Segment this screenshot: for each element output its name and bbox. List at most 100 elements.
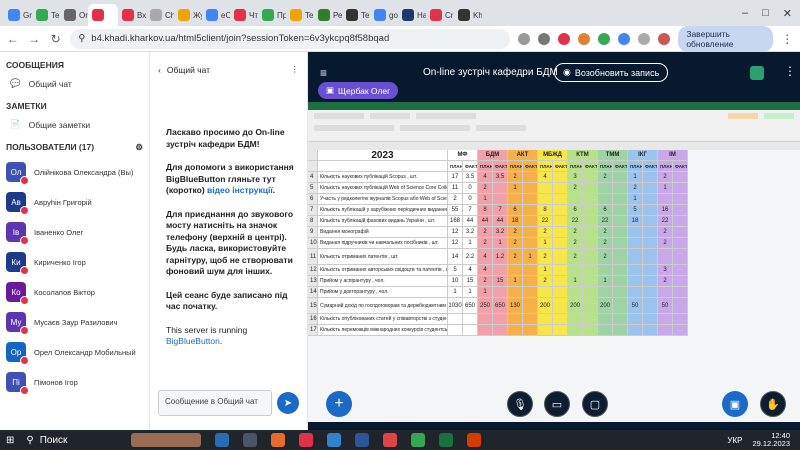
data-cell[interactable] <box>568 325 583 336</box>
data-cell[interactable] <box>643 276 658 287</box>
data-cell[interactable]: 650 <box>493 298 508 314</box>
data-cell[interactable] <box>673 287 688 298</box>
data-cell[interactable] <box>643 314 658 325</box>
data-cell[interactable]: 22 <box>568 216 583 227</box>
row-label-cell[interactable]: Кількість наукових публікацій Web of Sci… <box>318 183 448 194</box>
row-number-cell[interactable]: 7 <box>308 205 318 216</box>
group-header-cell[interactable]: ТММ <box>598 150 628 161</box>
data-cell[interactable] <box>613 265 628 276</box>
bigbluebutton-link[interactable]: BigBlueButton <box>166 336 220 346</box>
browser-tab[interactable]: go <box>370 4 398 26</box>
data-cell[interactable]: 22 <box>598 216 613 227</box>
data-cell[interactable] <box>508 287 523 298</box>
data-cell[interactable]: 17 <box>448 172 463 183</box>
data-cell[interactable]: 2 <box>478 276 493 287</box>
data-cell[interactable] <box>643 249 658 265</box>
data-cell[interactable] <box>553 276 568 287</box>
connection-status-icon[interactable] <box>750 66 764 80</box>
data-cell[interactable]: 2 <box>508 172 523 183</box>
group-header-cell[interactable]: МФ <box>448 150 478 161</box>
browser-tab[interactable]: Te <box>286 4 314 26</box>
browser-tab[interactable]: Жу <box>174 4 202 26</box>
row-number-cell[interactable] <box>308 161 318 172</box>
video-instructions-link[interactable]: відео інструкції <box>207 185 273 195</box>
row-number-cell[interactable]: 6 <box>308 194 318 205</box>
data-cell[interactable] <box>493 183 508 194</box>
extension-icon[interactable] <box>598 32 611 45</box>
plan-fact-header-cell[interactable]: ФАКТ <box>463 161 478 172</box>
browser-tab[interactable]: Cr <box>426 4 454 26</box>
data-cell[interactable] <box>493 287 508 298</box>
data-cell[interactable] <box>583 172 598 183</box>
group-header-cell[interactable]: ІМ <box>658 150 688 161</box>
data-cell[interactable] <box>553 238 568 249</box>
data-cell[interactable] <box>553 325 568 336</box>
row-label-cell[interactable]: Видання монографій <box>318 227 448 238</box>
resume-recording-button[interactable]: ◉ Возобновить запись <box>554 63 669 82</box>
data-cell[interactable] <box>673 183 688 194</box>
row-number-cell[interactable]: 14 <box>308 287 318 298</box>
windows-start-icon[interactable]: ⊞ <box>0 435 14 446</box>
data-cell[interactable]: 200 <box>598 298 613 314</box>
plan-fact-header-cell[interactable]: ПЛАН <box>508 161 523 172</box>
row-label-cell[interactable]: Кількість опублікованих статей у співавт… <box>318 314 448 325</box>
opera-icon[interactable] <box>558 32 571 45</box>
shared-notes-item[interactable]: 📄 Общие заметки <box>0 115 149 134</box>
data-cell[interactable] <box>643 325 658 336</box>
row-number-cell[interactable]: 8 <box>308 216 318 227</box>
data-cell[interactable] <box>613 249 628 265</box>
data-cell[interactable] <box>523 227 538 238</box>
layout-button[interactable]: ▣ <box>722 391 748 417</box>
data-cell[interactable] <box>628 249 643 265</box>
browser-tab[interactable]: Ре <box>314 4 342 26</box>
browser-tab[interactable]: Пр <box>258 4 286 26</box>
data-cell[interactable] <box>583 205 598 216</box>
data-cell[interactable]: 1 <box>508 183 523 194</box>
plan-fact-header-cell[interactable]: ПЛАН <box>448 161 463 172</box>
data-cell[interactable] <box>493 325 508 336</box>
data-cell[interactable] <box>508 265 523 276</box>
maximize-icon[interactable]: □ <box>762 7 769 20</box>
data-cell[interactable] <box>673 172 688 183</box>
data-cell[interactable]: 5 <box>448 265 463 276</box>
data-cell[interactable]: 2 <box>598 238 613 249</box>
taskbar-widget-image[interactable] <box>131 433 202 447</box>
data-cell[interactable] <box>613 205 628 216</box>
data-cell[interactable]: 3 <box>568 172 583 183</box>
user-list-item[interactable]: Ав Авруһін Григорій <box>0 187 149 217</box>
hamburger-menu-icon[interactable]: ≡ <box>320 66 327 80</box>
powerpoint-icon[interactable] <box>467 433 482 447</box>
browser-tab[interactable]: eC <box>202 4 230 26</box>
label-header-cell[interactable] <box>318 161 448 172</box>
taskbar-app-icon[interactable] <box>243 433 258 447</box>
data-cell[interactable]: 2 <box>508 249 523 265</box>
send-message-button[interactable]: ➤ <box>277 392 299 414</box>
data-cell[interactable] <box>643 287 658 298</box>
data-cell[interactable]: 55 <box>448 205 463 216</box>
data-cell[interactable] <box>523 325 538 336</box>
data-cell[interactable] <box>553 287 568 298</box>
user-list-item[interactable]: Ор Орел Олександр Мобильный <box>0 337 149 367</box>
browser-tab[interactable]: Вх <box>118 4 146 26</box>
data-cell[interactable] <box>553 314 568 325</box>
data-cell[interactable] <box>598 325 613 336</box>
row-number-cell[interactable]: 4 <box>308 172 318 183</box>
data-cell[interactable] <box>568 265 583 276</box>
row-label-cell[interactable]: Кількість публікацій фахових видань Укра… <box>318 216 448 227</box>
data-cell[interactable] <box>673 314 688 325</box>
data-cell[interactable]: 1 <box>538 238 553 249</box>
data-cell[interactable]: 2.2 <box>463 249 478 265</box>
data-cell[interactable] <box>523 265 538 276</box>
data-cell[interactable]: 2 <box>478 238 493 249</box>
data-cell[interactable] <box>463 314 478 325</box>
data-cell[interactable]: 1 <box>538 265 553 276</box>
data-cell[interactable]: 12 <box>448 227 463 238</box>
plan-fact-header-cell[interactable]: ФАКТ <box>613 161 628 172</box>
data-cell[interactable]: 44 <box>463 216 478 227</box>
row-number-cell[interactable]: 12 <box>308 265 318 276</box>
data-cell[interactable]: 3.5 <box>463 172 478 183</box>
data-cell[interactable]: 2 <box>568 238 583 249</box>
data-cell[interactable]: 2 <box>538 276 553 287</box>
data-cell[interactable]: 12 <box>448 238 463 249</box>
actions-plus-button[interactable]: + <box>326 391 352 417</box>
